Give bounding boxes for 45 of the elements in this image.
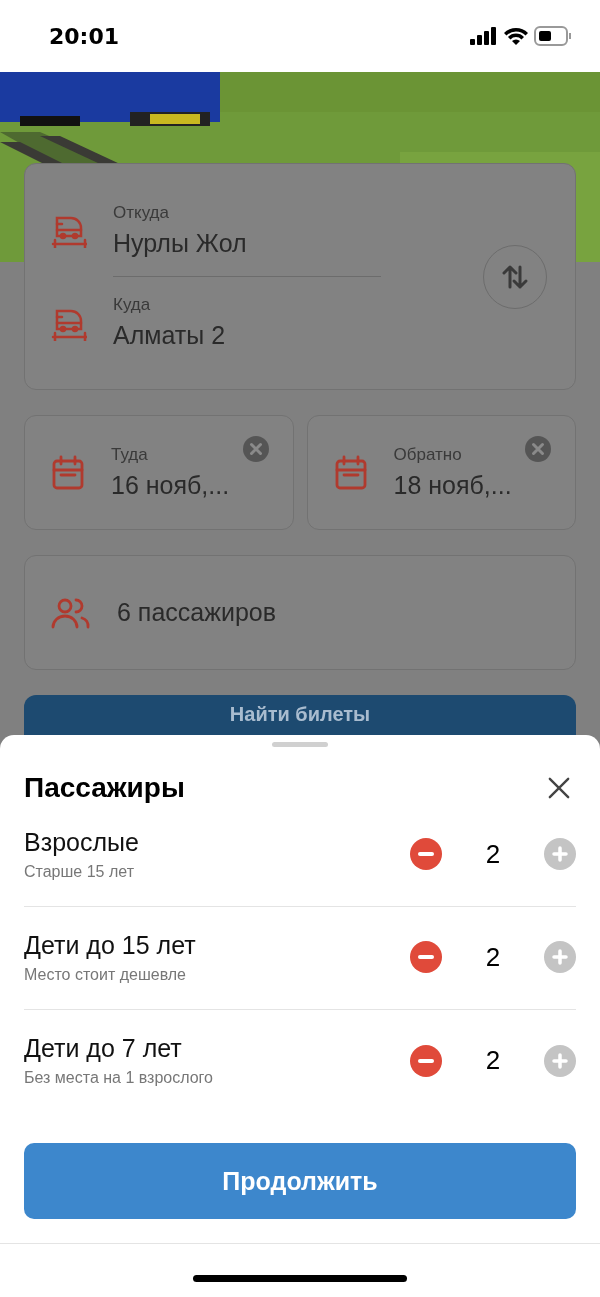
- field-value: Алматы 2: [113, 321, 226, 351]
- passenger-count: 2: [484, 941, 502, 973]
- passenger-hint: Без места на 1 взрослого: [24, 1069, 213, 1087]
- passenger-hint: Старше 15 лет: [24, 862, 135, 881]
- battery-icon: [534, 26, 572, 46]
- signal-icon: [470, 27, 498, 45]
- clear-icon[interactable]: [525, 436, 551, 462]
- date-field[interactable]: Туда 16 нояб,...: [24, 415, 294, 530]
- field-value: 16 нояб,...: [111, 471, 230, 500]
- field-label: Туда: [111, 445, 149, 465]
- minus-button[interactable]: [410, 838, 442, 870]
- continue-button[interactable]: Продолжить: [24, 1143, 576, 1219]
- passenger-type: Взрослые: [24, 827, 139, 857]
- status-time: 20:01: [49, 23, 120, 49]
- calendar-icon: [51, 454, 85, 491]
- plus-icon: [552, 949, 568, 965]
- minus-button[interactable]: [410, 941, 442, 973]
- from-field[interactable]: Откуда Нурлы Жол: [51, 184, 465, 276]
- minus-icon: [418, 1058, 434, 1063]
- close-icon[interactable]: [548, 777, 570, 799]
- plus-icon: [552, 1052, 568, 1069]
- plus-icon: [552, 846, 568, 862]
- passenger-type: Дети до 15 лет: [24, 930, 196, 960]
- calendar-icon: [333, 454, 368, 491]
- to-field[interactable]: Куда Алматы 2: [51, 277, 465, 369]
- field-value: 18 нояб,...: [393, 471, 512, 500]
- field-label: Откуда: [113, 202, 170, 223]
- passenger-count: 2: [484, 1045, 502, 1076]
- field-value: Нурлы Жол: [113, 228, 247, 258]
- clear-icon[interactable]: [242, 436, 269, 462]
- passenger-count: 2: [484, 838, 502, 870]
- people-icon: [51, 596, 91, 629]
- field-value: 6 пассажиров: [117, 598, 276, 627]
- wifi-icon: [504, 27, 528, 45]
- minus-icon: [418, 852, 434, 856]
- minus-icon: [418, 955, 434, 959]
- field-label: Куда: [113, 295, 152, 316]
- sheet-title: Пассажиры: [24, 772, 185, 804]
- field-label: Обратно: [393, 445, 463, 465]
- passengers-field[interactable]: 6 пассажиров: [24, 555, 576, 670]
- passenger-type: Дети до 7 лет: [24, 1034, 183, 1063]
- passenger-hint: Место стоит дешевле: [24, 965, 187, 984]
- date-field[interactable]: Обратно 18 нояб,...: [306, 415, 576, 530]
- sheet-handle[interactable]: [272, 742, 328, 747]
- minus-button[interactable]: [410, 1044, 442, 1077]
